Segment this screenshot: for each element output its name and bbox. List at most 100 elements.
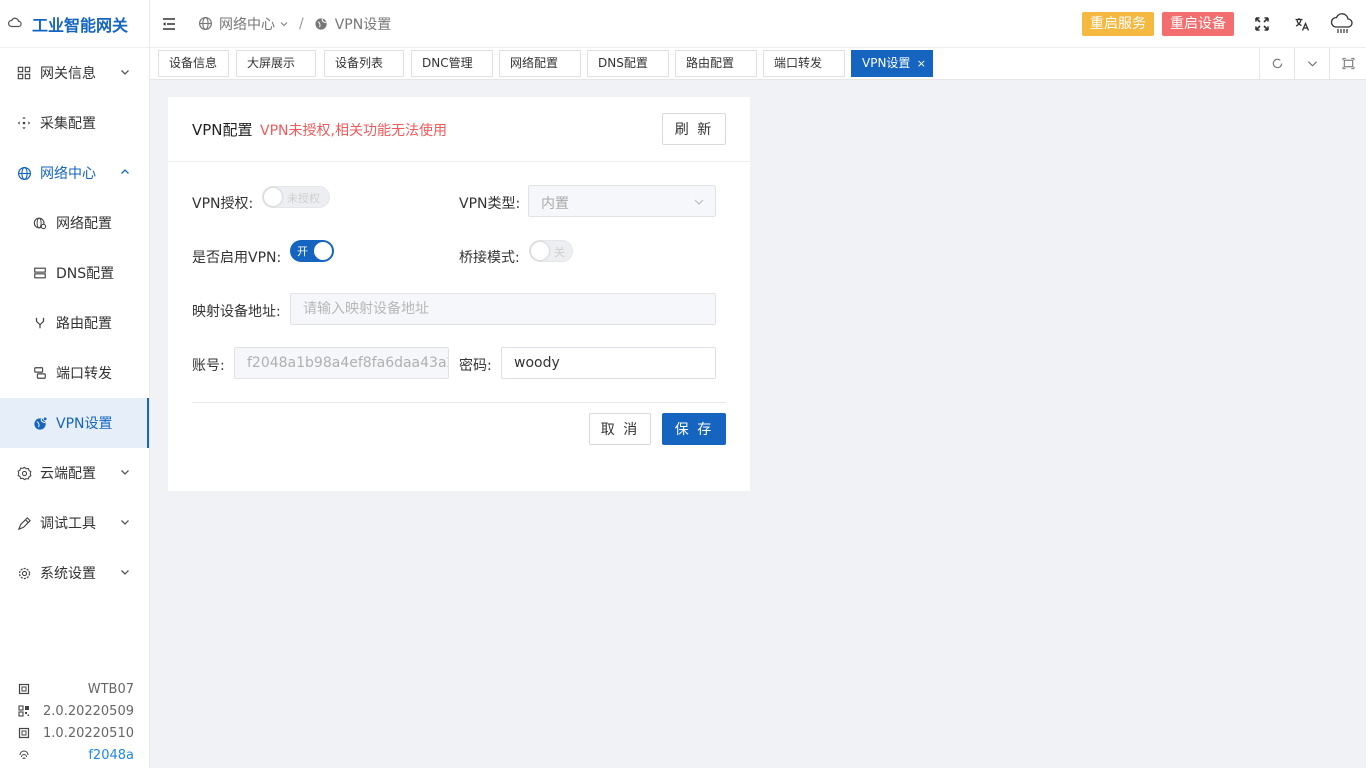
mapping-address-input[interactable]: 请输入映射设备地址 [290, 293, 716, 325]
breadcrumb: 网络中心 / VPN设置 [198, 14, 391, 34]
cancel-button[interactable]: 取 消 [589, 413, 651, 445]
logo[interactable]: 工业智能网关 [0, 0, 149, 48]
logo-text: 工业智能网关 [32, 15, 129, 35]
save-button[interactable]: 保 存 [662, 413, 726, 445]
sidebar-item-label: 网络中心 [40, 166, 96, 182]
system-info: WTB07 2.0.20220509 1.0.20220510 f2048a [0, 678, 150, 766]
breadcrumb-separator: / [299, 15, 304, 32]
card-header: VPN配置 VPN未授权,相关功能无法使用 刷 新 [168, 97, 750, 162]
chevron-down-icon [119, 516, 131, 528]
sidebar-item-dns-config[interactable]: DNS配置 [0, 248, 149, 298]
select-value: 内置 [541, 196, 569, 212]
top-header: 网络中心 / VPN设置 重启服务 重启设备 [150, 0, 1366, 48]
sidebar-item-collection-config[interactable]: 采集配置 [0, 98, 149, 148]
refresh-button[interactable]: 刷 新 [662, 113, 726, 145]
device-model-row: WTB07 [0, 678, 150, 700]
fork-icon [32, 315, 48, 331]
device-model: WTB07 [87, 681, 134, 697]
switch-knob [264, 188, 282, 206]
vpn-auth-label: VPN授权: [192, 196, 254, 212]
tab-label: VPN设置 [862, 56, 911, 70]
breadcrumb-vpn-settings: VPN设置 [334, 16, 392, 33]
tab-close-icon[interactable]: × [917, 51, 926, 76]
bridge-mode-label: 桥接模式: [459, 250, 520, 266]
vpn-type-select[interactable]: 内置 [528, 185, 716, 217]
enable-vpn-label: 是否启用VPN: [192, 250, 282, 266]
vpn-globe-icon [32, 415, 48, 431]
sidebar-item-label: 系统设置 [40, 566, 96, 582]
move-icon [16, 115, 32, 131]
sidebar-item-debug-tools[interactable]: 调试工具 [0, 498, 149, 548]
tab-route-config[interactable]: 路由配置 [675, 50, 757, 77]
qr-icon [18, 705, 30, 717]
breadcrumb-network-center[interactable]: 网络中心 [219, 14, 275, 34]
tab-port-forward[interactable]: 端口转发 [763, 50, 845, 77]
sidebar-item-port-forward[interactable]: 端口转发 [0, 348, 149, 398]
sidebar-item-gateway-info[interactable]: 网关信息 [0, 48, 149, 98]
switch-knob [314, 242, 332, 260]
device-id-link[interactable]: f2048a [88, 748, 134, 763]
vpn-type-label: VPN类型: [459, 196, 521, 212]
sidebar-item-label: 云端配置 [40, 466, 96, 482]
chevron-down-icon [119, 566, 131, 578]
chevron-up-icon [119, 166, 131, 178]
password-input[interactable]: woody [501, 347, 716, 379]
card-title: VPN配置 [192, 121, 253, 139]
vpn-globe-icon [314, 16, 329, 31]
tab-dnc-management[interactable]: DNC管理 [411, 50, 493, 77]
sidebar-item-label: 调试工具 [40, 516, 96, 532]
bridge-mode-switch[interactable]: 关 [529, 240, 573, 262]
license-warning: VPN未授权,相关功能无法使用 [260, 123, 447, 139]
menu-collapse-icon[interactable] [160, 15, 178, 33]
vpn-config-card: VPN配置 VPN未授权,相关功能无法使用 刷 新 VPN授权: 未授权 VPN… [168, 97, 750, 491]
restart-service-button[interactable]: 重启服务 [1082, 12, 1154, 36]
restart-device-button[interactable]: 重启设备 [1162, 12, 1234, 36]
fullscreen-icon[interactable] [1242, 0, 1282, 48]
firmware-version-row: 2.0.20220509 [0, 700, 150, 722]
server-icon [32, 265, 48, 281]
tab-network-config[interactable]: 网络配置 [499, 50, 581, 77]
switch-text: 未授权 [287, 192, 320, 205]
sidebar-item-cloud-config[interactable]: 云端配置 [0, 448, 149, 498]
cloud-icon [8, 16, 24, 32]
fingerprint-icon [18, 749, 30, 761]
enable-vpn-switch[interactable]: 开 [290, 240, 334, 262]
header-actions: 重启服务 重启设备 [1082, 0, 1366, 48]
chevron-down-icon [693, 196, 705, 208]
vpn-auth-switch[interactable]: 未授权 [262, 186, 330, 208]
device-id-row: f2048a [0, 744, 150, 766]
grid-icon [16, 65, 32, 81]
globe-settings-icon [32, 215, 48, 231]
sidebar-item-label: VPN设置 [56, 416, 113, 432]
sidebar-item-label: 端口转发 [56, 366, 112, 382]
switch-text: 关 [554, 246, 565, 259]
sidebar-item-vpn-settings[interactable]: VPN设置 [0, 398, 149, 448]
sidebar-item-system-settings[interactable]: 系统设置 [0, 548, 149, 598]
weather-cloud-icon[interactable] [1322, 0, 1362, 48]
chip-icon [18, 727, 30, 739]
sidebar-item-label: DNS配置 [56, 266, 115, 282]
sidebar-item-network-config[interactable]: 网络配置 [0, 198, 149, 248]
chevron-down-icon [119, 466, 131, 478]
tab-device-list[interactable]: 设备列表 [324, 50, 404, 77]
maximize-icon[interactable] [1329, 48, 1366, 79]
account-input[interactable]: f2048a1b98a4ef8fa6daa43a27 [234, 347, 449, 379]
translate-icon[interactable] [1282, 0, 1322, 48]
settings-icon [16, 565, 32, 581]
password-label: 密码: [459, 358, 492, 374]
tab-vpn-settings[interactable]: VPN设置 × [851, 50, 933, 77]
tab-dropdown-icon[interactable] [1294, 48, 1329, 79]
sidebar-item-label: 网关信息 [40, 66, 96, 82]
software-version-row: 1.0.20220510 [0, 722, 150, 744]
tab-big-screen[interactable]: 大屏展示 [236, 50, 316, 77]
tab-device-info[interactable]: 设备信息 [158, 50, 229, 77]
port-forward-icon [32, 365, 48, 381]
sidebar-item-network-center[interactable]: 网络中心 [0, 148, 149, 198]
refresh-tab-icon[interactable] [1259, 48, 1294, 79]
sidebar-item-route-config[interactable]: 路由配置 [0, 298, 149, 348]
sidebar-item-label: 网络配置 [56, 216, 112, 232]
sidebar-item-label: 采集配置 [40, 116, 96, 132]
switch-knob [531, 242, 549, 260]
sidebar: 工业智能网关 网关信息 采集配置 网络中心 网络配置 DNS配置 路由配置 端口… [0, 0, 150, 768]
tab-dns-config[interactable]: DNS配置 [587, 50, 669, 77]
